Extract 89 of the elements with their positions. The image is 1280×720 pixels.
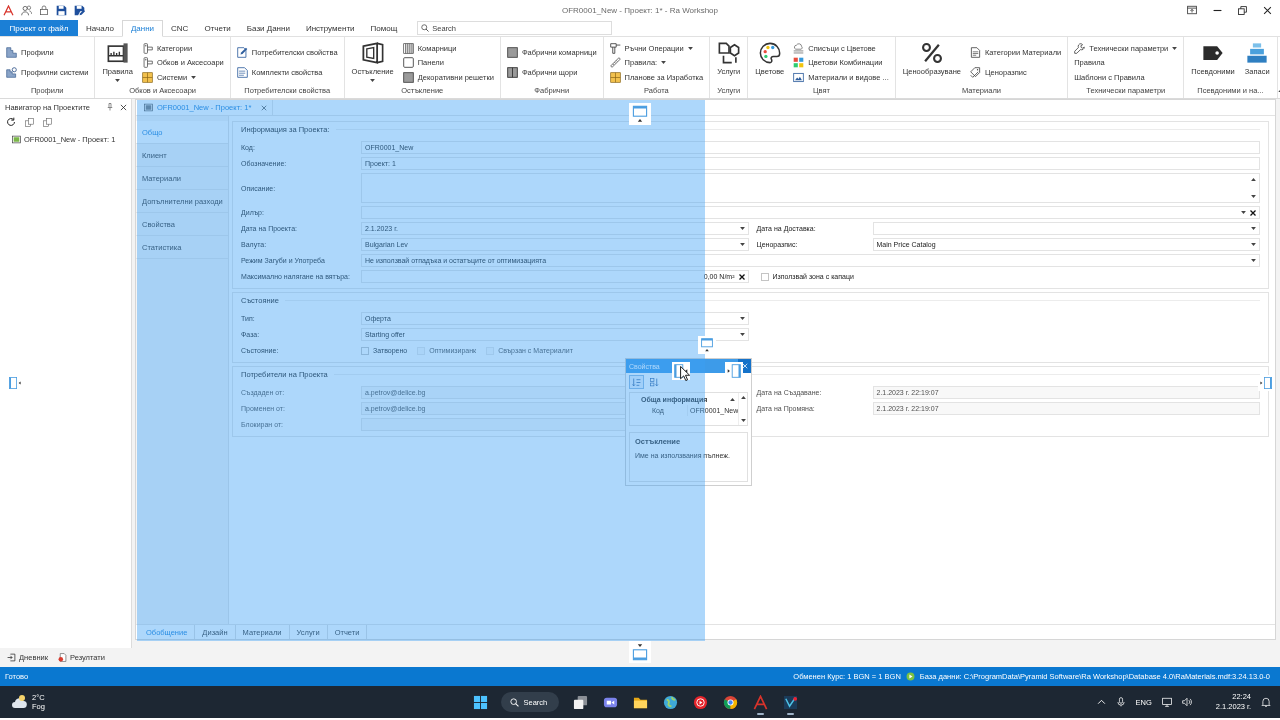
hinge-icon — [141, 42, 153, 54]
vertical-bars-icon — [402, 42, 414, 54]
refresh-icon[interactable] — [6, 117, 16, 127]
cloud-list-icon — [793, 42, 805, 54]
picture-frame-icon — [793, 71, 805, 83]
search-icon — [509, 697, 519, 707]
window-frame-icon — [361, 42, 384, 64]
document-lines-icon — [236, 66, 248, 78]
empty-square-icon — [402, 57, 414, 68]
percent-icon — [920, 42, 943, 64]
dropdown-field[interactable] — [361, 206, 1260, 219]
play-circle-icon — [905, 672, 915, 681]
clear-icon[interactable] — [738, 273, 745, 280]
close-icon[interactable] — [1263, 5, 1272, 15]
document-edit-icon — [236, 47, 248, 59]
caret-icon[interactable] — [1251, 195, 1256, 198]
ribbon-tab[interactable]: Бази Данни — [238, 20, 298, 36]
ribbon-tab[interactable]: CNC — [163, 20, 197, 36]
hinge-icon — [141, 57, 153, 68]
caret-icon — [739, 333, 745, 336]
sort-list-icon — [650, 377, 659, 387]
ruler-icon — [609, 57, 621, 68]
save-edit-icon[interactable] — [74, 4, 85, 16]
caret-up-icon[interactable] — [1251, 178, 1256, 181]
monitor-icon[interactable] — [1161, 697, 1172, 707]
speaker-icon[interactable] — [1181, 697, 1192, 707]
ribbon-tab[interactable]: Помощ — [362, 20, 406, 36]
ribbon-display-icon[interactable] — [1187, 5, 1197, 15]
caret-icon — [739, 317, 745, 320]
checkbox[interactable] — [361, 346, 369, 355]
ribbon-tab[interactable]: Данни — [121, 20, 164, 37]
minimize-icon[interactable] — [1213, 8, 1222, 12]
restore-icon[interactable] — [1238, 5, 1247, 15]
caret-icon — [739, 243, 745, 246]
document-badge-icon — [58, 653, 67, 662]
ruler-document-icon — [106, 42, 129, 64]
double-panel-icon — [506, 66, 518, 78]
window-title: OFR0001_New - Проект: 1* - Ra Workshop — [562, 5, 718, 15]
price-tags-icon — [970, 66, 981, 78]
lock-icon[interactable] — [39, 5, 49, 15]
tool-icon — [609, 42, 621, 54]
caret-icon — [1251, 227, 1256, 230]
profile-system-icon — [6, 66, 17, 78]
task-view-icon — [572, 694, 588, 710]
users-icon[interactable] — [21, 4, 32, 16]
palette-icon — [758, 42, 781, 64]
file-menu-button[interactable]: Проект от файл — [0, 20, 78, 36]
app-logo-icon — [752, 694, 768, 710]
scrollbar[interactable] — [738, 393, 747, 425]
caret-icon — [1241, 211, 1246, 214]
ribbon-tab[interactable]: Инструменти — [297, 20, 363, 36]
clear-icon[interactable] — [1250, 209, 1256, 216]
mouse-pointer-icon — [680, 366, 690, 381]
profile-icon — [6, 47, 17, 59]
color-wheel-icon — [722, 694, 738, 710]
caret-icon — [1251, 243, 1256, 246]
checkmark-tile-icon — [782, 694, 798, 710]
app-logo-icon[interactable] — [3, 4, 14, 16]
sort-category-icon — [632, 377, 641, 387]
dropdown-field[interactable] — [872, 222, 1260, 235]
window-icon — [144, 103, 153, 112]
search-icon — [421, 24, 430, 32]
ribbon-tab[interactable]: Начало — [78, 20, 122, 36]
checkbox[interactable] — [760, 272, 769, 281]
microphone-icon[interactable] — [1115, 697, 1126, 707]
wrench-icon — [1074, 42, 1086, 54]
caret-icon — [739, 227, 745, 230]
color-swatches-icon — [793, 57, 805, 68]
play-circle-icon — [692, 694, 708, 710]
save-icon[interactable] — [56, 4, 67, 16]
globe-icon — [662, 694, 678, 710]
cabinet-icon — [609, 71, 621, 83]
cloud-icon — [11, 694, 27, 710]
filled-square-icon — [506, 47, 518, 59]
stacked-boxes-icon — [1246, 42, 1269, 64]
pin-icon[interactable] — [106, 103, 114, 111]
close-icon[interactable] — [120, 103, 127, 111]
filled-square-icon — [402, 71, 414, 83]
document-icon — [970, 47, 981, 59]
arrow-into-box-icon — [7, 653, 16, 662]
caret-icon — [740, 419, 746, 422]
project-icon — [12, 135, 21, 144]
start-icon[interactable] — [472, 694, 488, 710]
chevron-up-icon[interactable] — [1096, 699, 1106, 705]
box-arrows-icon — [717, 42, 740, 64]
bell-icon[interactable] — [1261, 697, 1271, 707]
cabinet-icon — [141, 71, 153, 83]
ribbon-tab[interactable]: Отчети — [196, 20, 239, 36]
caret-icon — [1251, 259, 1256, 262]
